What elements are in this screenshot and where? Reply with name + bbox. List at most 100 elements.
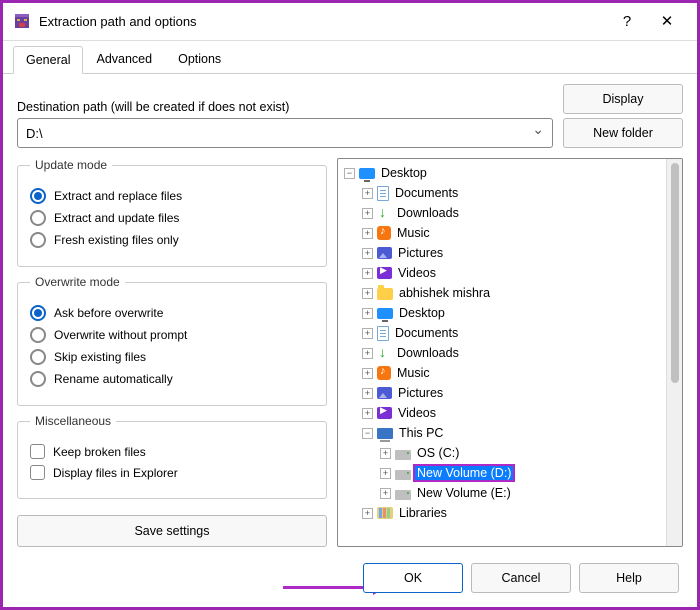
tree-node[interactable]: + Music [340, 223, 664, 243]
tree-node[interactable]: +Documents [340, 323, 664, 343]
radio-icon [30, 327, 46, 343]
update-mode-legend: Update mode [30, 158, 112, 172]
radio-extract-update[interactable]: Extract and update files [30, 210, 314, 226]
update-mode-group: Update mode Extract and replace files Ex… [17, 158, 327, 267]
tree-node[interactable]: + Downloads [340, 203, 664, 223]
tree-node-label: Pictures [396, 246, 445, 260]
expand-icon[interactable]: + [362, 288, 373, 299]
tree-node[interactable]: − This PC [340, 423, 664, 443]
download-icon [377, 346, 391, 360]
radio-skip-existing[interactable]: Skip existing files [30, 349, 314, 365]
cancel-button[interactable]: Cancel [471, 563, 571, 593]
content-area: Destination path (will be created if doe… [3, 74, 697, 557]
display-button[interactable]: Display [563, 84, 683, 114]
tree-scrollbar[interactable] [666, 159, 682, 546]
tree-node[interactable]: − Desktop [340, 163, 664, 183]
tab-bar: General Advanced Options [3, 41, 697, 74]
tab-options[interactable]: Options [165, 45, 234, 73]
overwrite-mode-group: Overwrite mode Ask before overwrite Over… [17, 275, 327, 406]
tab-general[interactable]: General [13, 46, 83, 74]
window-title: Extraction path and options [39, 14, 607, 29]
radio-extract-replace[interactable]: Extract and replace files [30, 188, 314, 204]
expand-icon[interactable]: + [362, 328, 373, 339]
tab-advanced[interactable]: Advanced [83, 45, 165, 73]
help-button[interactable]: Help [579, 563, 679, 593]
collapse-icon[interactable]: − [344, 168, 355, 179]
expand-icon[interactable]: + [362, 388, 373, 399]
expand-icon[interactable]: + [362, 368, 373, 379]
drive-icon [395, 470, 411, 480]
tree-node[interactable]: + Libraries [340, 503, 664, 523]
expand-icon[interactable]: + [362, 228, 373, 239]
ok-button[interactable]: OK [363, 563, 463, 593]
expand-icon[interactable]: + [362, 248, 373, 259]
desktop-icon [377, 308, 393, 319]
drive-icon [395, 450, 411, 460]
check-display-explorer[interactable]: Display files in Explorer [30, 465, 314, 480]
radio-ask-before[interactable]: Ask before overwrite [30, 305, 314, 321]
expand-icon[interactable]: + [380, 488, 391, 499]
expand-icon[interactable]: + [362, 308, 373, 319]
tree-node-label: Music [395, 226, 432, 240]
radio-fresh-only[interactable]: Fresh existing files only [30, 232, 314, 248]
download-icon [377, 206, 391, 220]
tree-node[interactable]: + Documents [340, 183, 664, 203]
pictures-icon [377, 247, 392, 259]
tree-node[interactable]: + Pictures [340, 243, 664, 263]
tree-node-label: Desktop [379, 166, 429, 180]
dialog-footer: OK Cancel Help [363, 563, 679, 593]
tree-node[interactable]: +Music [340, 363, 664, 383]
tree-node-label: Videos [396, 406, 438, 420]
folder-tree[interactable]: −Desktop+Documents+Downloads+Music+Pictu… [337, 158, 683, 547]
close-icon[interactable]: ✕ [647, 7, 687, 37]
expand-icon[interactable]: + [362, 208, 373, 219]
overwrite-mode-legend: Overwrite mode [30, 275, 125, 289]
radio-icon [30, 349, 46, 365]
tree-node-label: OS (C:) [415, 446, 461, 460]
tree-node[interactable]: + Desktop [340, 303, 664, 323]
tree-node-label: Documents [393, 186, 460, 200]
tree-node[interactable]: + abhishek mishra [340, 283, 664, 303]
misc-legend: Miscellaneous [30, 414, 116, 428]
save-settings-button[interactable]: Save settings [17, 515, 327, 547]
scrollbar-thumb[interactable] [671, 163, 679, 383]
tree-node-label: Pictures [396, 386, 445, 400]
expand-icon[interactable]: + [362, 188, 373, 199]
tree-node-label: Libraries [397, 506, 449, 520]
tree-node[interactable]: + Videos [340, 403, 664, 423]
tree-node[interactable]: +Videos [340, 263, 664, 283]
tree-node[interactable]: + Pictures [340, 383, 664, 403]
radio-icon [30, 188, 46, 204]
tree-node[interactable]: + OS (C:) [340, 443, 664, 463]
desktop-icon [359, 168, 375, 179]
tree-node[interactable]: + New Volume (E:) [340, 483, 664, 503]
checkbox-icon [30, 465, 45, 480]
expand-icon[interactable]: + [362, 268, 373, 279]
destination-path-dropdown[interactable]: D:\ [17, 118, 553, 148]
music-icon [377, 366, 391, 380]
radio-overwrite-no-prompt[interactable]: Overwrite without prompt [30, 327, 314, 343]
tree-node-label: abhishek mishra [397, 286, 492, 300]
tree-node-label: Downloads [395, 346, 461, 360]
pc-icon [377, 428, 393, 439]
tree-node-label: New Volume (E:) [415, 486, 513, 500]
radio-rename-auto[interactable]: Rename automatically [30, 371, 314, 387]
new-folder-button[interactable]: New folder [563, 118, 683, 148]
pictures-icon [377, 387, 392, 399]
tree-node-label: Desktop [397, 306, 447, 320]
expand-icon[interactable]: + [380, 448, 391, 459]
expand-icon[interactable]: + [380, 468, 391, 479]
check-keep-broken[interactable]: Keep broken files [30, 444, 314, 459]
tree-node-label: Downloads [395, 206, 461, 220]
radio-icon [30, 305, 46, 321]
help-icon[interactable]: ? [607, 7, 647, 37]
tree-node[interactable]: + Downloads [340, 343, 664, 363]
expand-icon[interactable]: + [362, 348, 373, 359]
radio-icon [30, 232, 46, 248]
expand-icon[interactable]: + [362, 508, 373, 519]
expand-icon[interactable]: + [362, 408, 373, 419]
collapse-icon[interactable]: − [362, 428, 373, 439]
tree-node-label: This PC [397, 426, 445, 440]
tree-node[interactable]: +New Volume (D:) [340, 463, 664, 483]
videos-icon [377, 407, 392, 419]
